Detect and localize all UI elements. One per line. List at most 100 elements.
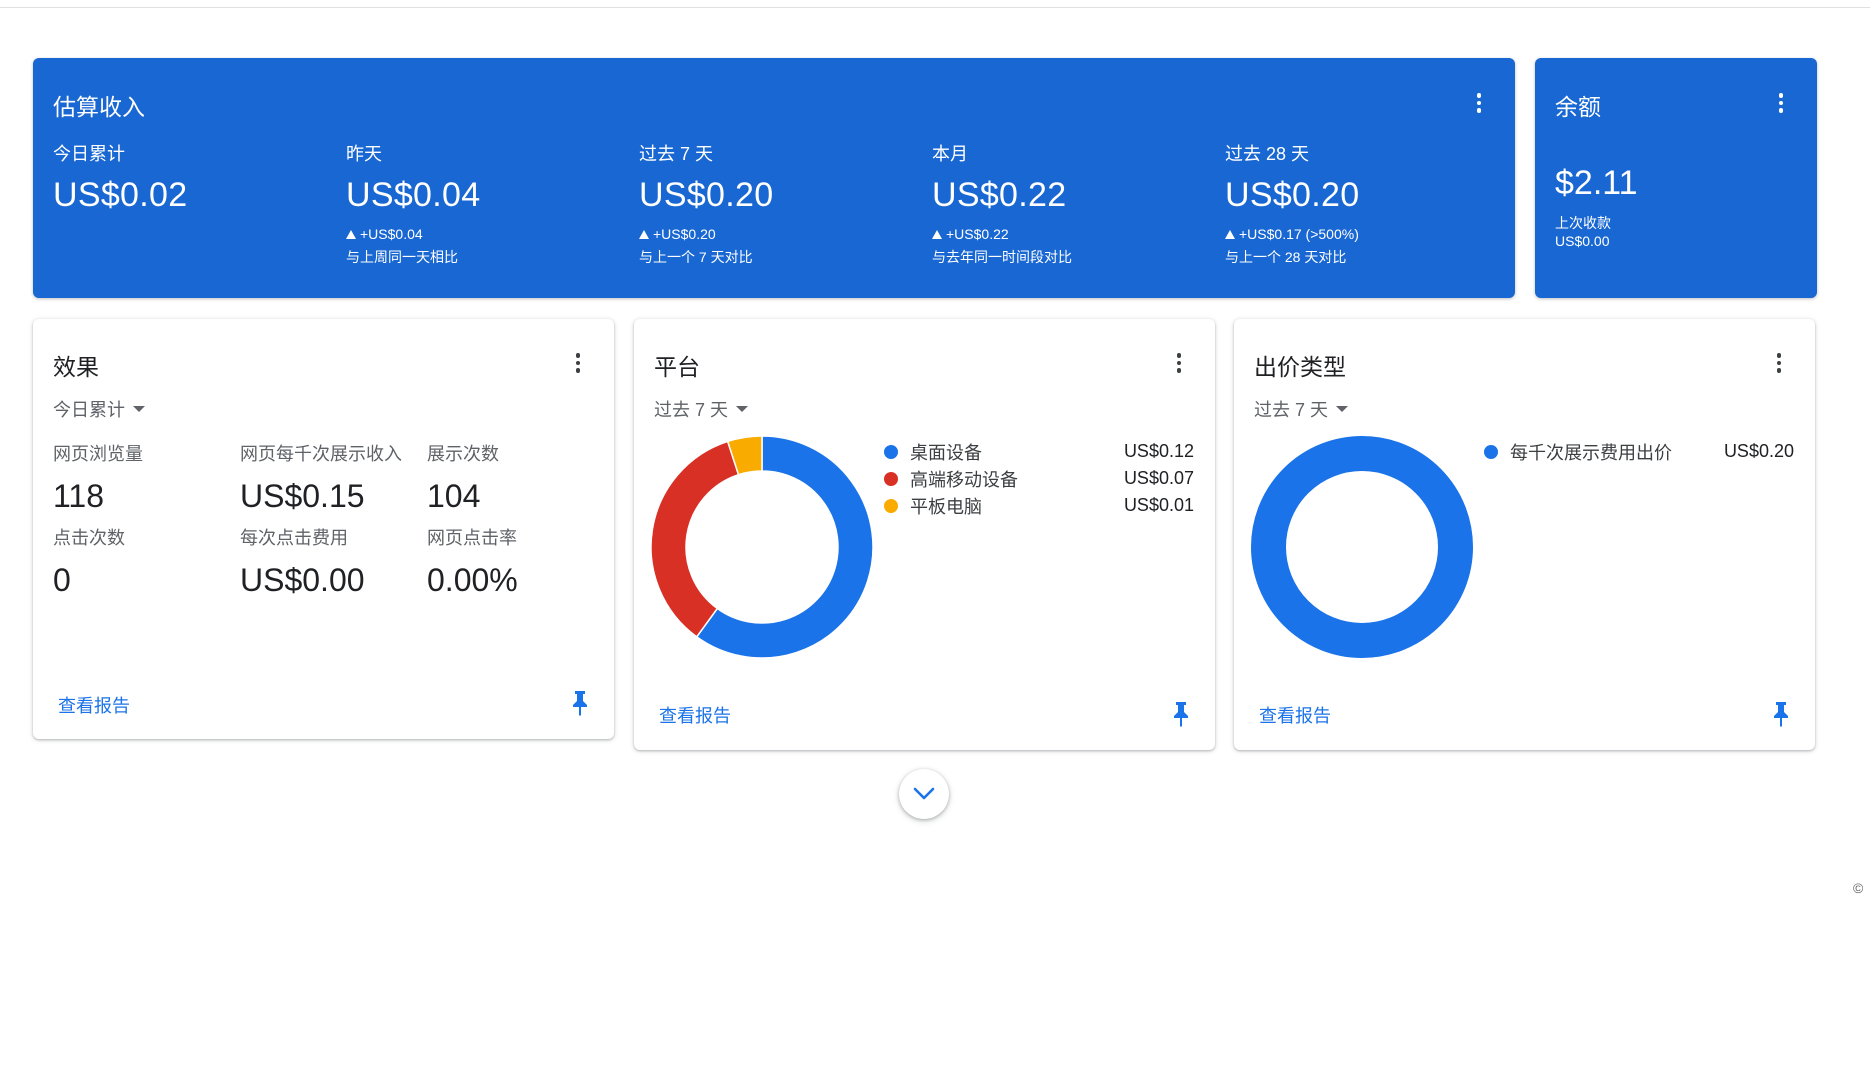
bid-type-legend: 每千次展示费用出价 US$0.20 — [1484, 438, 1794, 465]
earnings-last-28-days: 过去 28 天 US$0.20 +US$0.17 (>500%) 与上一个 28… — [1225, 140, 1515, 267]
metric-value: 118 — [53, 478, 105, 514]
metric-label: 点击次数 — [53, 528, 125, 548]
metric-delta-text: +US$0.04 — [360, 226, 423, 242]
caret-down-icon — [1336, 406, 1349, 412]
metric-cpc: 每次点击费用 US$0.00 — [240, 524, 420, 599]
platform-range-dropdown[interactable]: 过去 7 天 — [654, 396, 749, 422]
legend-item-cpm-bid: 每千次展示费用出价 US$0.20 — [1484, 438, 1794, 465]
performance-range-dropdown[interactable]: 今日累计 — [53, 396, 145, 422]
legend-value: US$0.20 — [1723, 441, 1794, 461]
platform-card: 平台 过去 7 天 桌面设备 US$0.12 高端移动设备 US$0.07 平板… — [634, 319, 1215, 750]
legend-dot-icon — [884, 498, 898, 513]
platform-title: 平台 — [654, 354, 700, 380]
platform-donut-chart — [650, 435, 874, 659]
metric-delta: +US$0.22 — [932, 226, 1222, 242]
earnings-this-month: 本月 US$0.22 +US$0.22 与去年同一时间段对比 — [932, 140, 1222, 267]
performance-card: 效果 今日累计 网页浏览量 118 网页每千次展示收入 US$0.15 展示次数… — [33, 319, 614, 739]
up-arrow-icon — [932, 230, 942, 239]
metric-compare: 与去年同一时间段对比 — [932, 249, 1072, 265]
metric-label: 今日累计 — [53, 144, 125, 164]
legend-name: 高端移动设备 — [910, 469, 1018, 490]
balance-more-icon[interactable] — [1769, 89, 1793, 117]
metric-value: US$0.00 — [240, 562, 365, 598]
metric-value: US$0.04 — [346, 176, 481, 214]
range-label: 过去 7 天 — [654, 400, 729, 420]
metric-label: 网页浏览量 — [53, 444, 143, 464]
metric-label: 网页每千次展示收入 — [240, 444, 402, 464]
earnings-yesterday: 昨天 US$0.04 +US$0.04 与上周同一天相比 — [346, 140, 636, 267]
earnings-title: 估算收入 — [53, 94, 145, 120]
earnings-more-icon[interactable] — [1467, 89, 1491, 117]
legend-item-desktop: 桌面设备 US$0.12 — [884, 438, 1194, 465]
bid-type-view-report-link[interactable]: 查看报告 — [1259, 702, 1331, 728]
caret-down-icon — [133, 406, 145, 412]
legend-name: 平板电脑 — [910, 496, 982, 517]
metric-label: 网页点击率 — [427, 528, 517, 548]
metric-value: US$0.20 — [1225, 176, 1360, 214]
legend-value: US$0.01 — [1123, 495, 1194, 515]
pin-icon[interactable] — [570, 690, 590, 716]
metric-delta-text: +US$0.22 — [946, 226, 1009, 242]
platform-more-icon[interactable] — [1167, 349, 1191, 377]
legend-name: 桌面设备 — [910, 442, 982, 463]
bid-type-donut-chart — [1251, 436, 1473, 658]
up-arrow-icon — [639, 230, 649, 239]
metric-delta: +US$0.20 — [639, 226, 929, 242]
metric-delta-text: +US$0.20 — [653, 226, 716, 242]
last-payment-label: 上次收款 — [1555, 215, 1611, 231]
metric-value: 104 — [427, 478, 481, 514]
metric-value: US$0.15 — [240, 478, 365, 514]
metric-label: 每次点击费用 — [240, 528, 348, 548]
up-arrow-icon — [1225, 230, 1235, 239]
metric-compare: 与上一个 7 天对比 — [639, 249, 753, 265]
range-label: 今日累计 — [53, 400, 125, 420]
metric-impressions: 展示次数 104 — [427, 440, 607, 515]
expand-more-button[interactable] — [899, 769, 949, 819]
bid-type-title: 出价类型 — [1254, 354, 1346, 380]
up-arrow-icon — [346, 230, 356, 239]
balance-title: 余额 — [1555, 94, 1601, 120]
legend-item-high-end-mobile: 高端移动设备 US$0.07 — [884, 465, 1194, 492]
top-divider — [0, 7, 1870, 8]
estimated-earnings-card: 估算收入 今日累计 US$0.02 昨天 US$0.04 +US$0.04 与上… — [33, 58, 1515, 298]
balance-value: $2.11 — [1555, 164, 1638, 202]
legend-name: 每千次展示费用出价 — [1510, 442, 1672, 463]
metric-value: US$0.02 — [53, 176, 188, 214]
donut-slice-高端移动设备 — [650, 440, 740, 638]
metric-value: US$0.20 — [639, 176, 774, 214]
metric-delta-text: +US$0.17 (>500%) — [1239, 226, 1359, 242]
legend-dot-icon — [884, 471, 898, 486]
pin-icon[interactable] — [1171, 701, 1191, 727]
bid-type-card: 出价类型 过去 7 天 每千次展示费用出价 US$0.20 查看报告 — [1234, 319, 1815, 750]
legend-item-tablet: 平板电脑 US$0.01 — [884, 492, 1194, 519]
metric-value: 0.00% — [427, 562, 518, 598]
pin-icon[interactable] — [1771, 701, 1791, 727]
metric-compare: 与上周同一天相比 — [346, 249, 458, 265]
platform-view-report-link[interactable]: 查看报告 — [659, 702, 731, 728]
balance-card: 余额 $2.11 上次收款 US$0.00 — [1535, 58, 1817, 298]
bid-type-range-dropdown[interactable]: 过去 7 天 — [1254, 396, 1349, 422]
performance-title: 效果 — [53, 354, 99, 380]
caret-down-icon — [736, 406, 749, 412]
metric-value: 0 — [53, 562, 71, 598]
metric-clicks: 点击次数 0 — [53, 524, 233, 599]
metric-ctr: 网页点击率 0.00% — [427, 524, 607, 599]
metric-delta: +US$0.17 (>500%) — [1225, 226, 1515, 242]
performance-view-report-link[interactable]: 查看报告 — [58, 692, 130, 718]
metric-page-rpm: 网页每千次展示收入 US$0.15 — [240, 440, 420, 515]
earnings-today: 今日累计 US$0.02 — [53, 140, 343, 215]
metric-label: 本月 — [932, 144, 968, 164]
chevron-down-icon — [913, 787, 935, 800]
legend-dot-icon — [884, 444, 898, 459]
performance-more-icon[interactable] — [566, 349, 590, 377]
legend-value: US$0.12 — [1123, 441, 1194, 461]
metric-label: 昨天 — [346, 144, 382, 164]
earnings-last-7-days: 过去 7 天 US$0.20 +US$0.20 与上一个 7 天对比 — [639, 140, 929, 267]
metric-compare: 与上一个 28 天对比 — [1225, 249, 1347, 265]
legend-dot-icon — [1484, 444, 1498, 459]
metric-pageviews: 网页浏览量 118 — [53, 440, 233, 515]
donut-slice-每千次展示费用出价 — [1251, 436, 1473, 658]
metric-delta: +US$0.04 — [346, 226, 636, 242]
bid-type-more-icon[interactable] — [1767, 349, 1791, 377]
metric-label: 展示次数 — [427, 444, 499, 464]
